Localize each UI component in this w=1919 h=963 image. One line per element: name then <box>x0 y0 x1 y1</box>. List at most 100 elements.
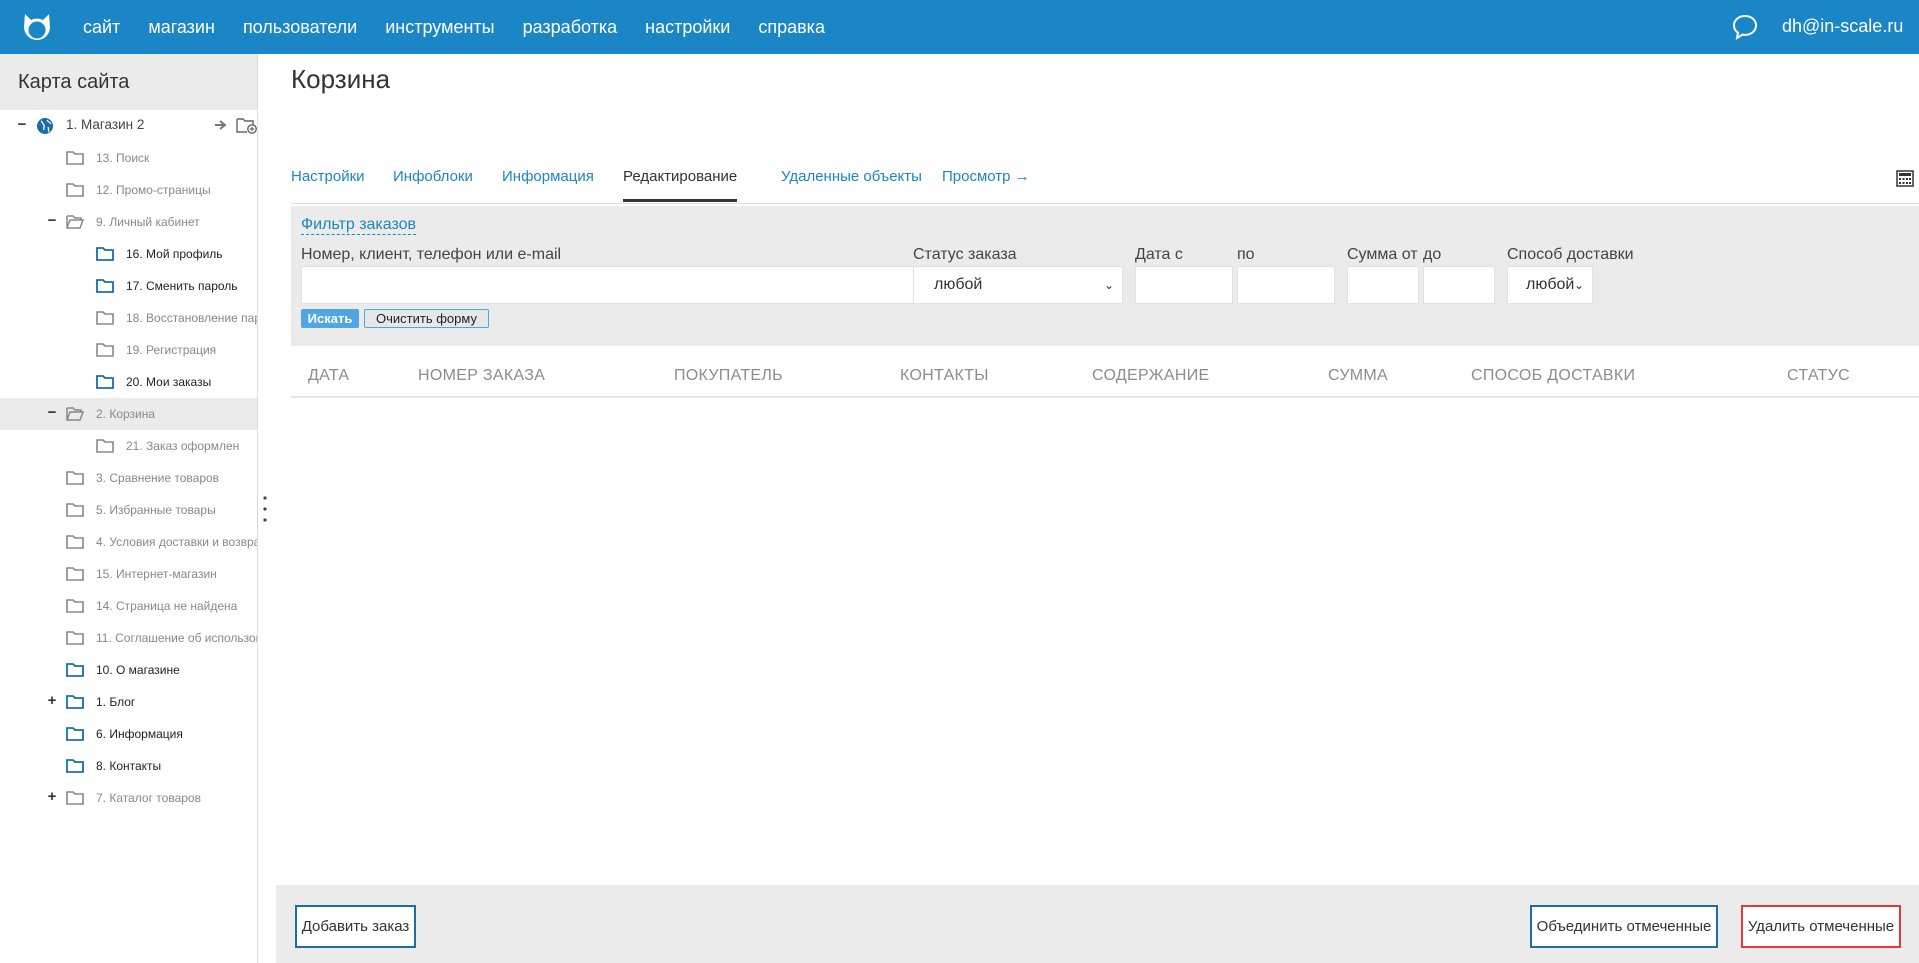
sidebar-title: Карта сайта <box>0 54 257 110</box>
tree-item-selected[interactable]: − 2. Корзина <box>0 398 257 430</box>
tree-item[interactable]: 8. Контакты <box>0 750 257 782</box>
tree-item-label: 6. Информация <box>96 727 183 741</box>
column-sum[interactable]: СУММА <box>1328 367 1388 385</box>
nav-help[interactable]: справка <box>758 17 825 38</box>
tree-item[interactable]: 6. Информация <box>0 718 257 750</box>
expand-toggle[interactable]: + <box>46 693 58 709</box>
delivery-select[interactable]: любой ⌄ <box>1507 266 1593 304</box>
tree-item[interactable]: 16. Мой профиль <box>0 238 257 270</box>
date-from-label: Дата с <box>1135 246 1183 263</box>
tree-item[interactable]: + 1. Блог <box>0 686 257 718</box>
tree-item[interactable]: 5. Избранные товары <box>0 494 257 526</box>
tree-item[interactable]: 11. Соглашение об использовании <box>0 622 257 654</box>
folder-icon <box>66 791 84 805</box>
tree-item-label: 13. Поиск <box>96 151 150 165</box>
tab-bar: Настройки Инфоблоки Информация Редактиро… <box>291 152 1919 204</box>
query-input[interactable] <box>301 266 914 304</box>
folder-icon <box>96 375 114 389</box>
nav-tools[interactable]: инструменты <box>385 17 494 38</box>
tree-item[interactable]: 15. Интернет-магазин <box>0 558 257 590</box>
tab-settings[interactable]: Настройки <box>291 168 365 199</box>
chat-bubble-icon[interactable] <box>1731 13 1759 41</box>
calculator-icon[interactable] <box>1896 170 1914 187</box>
status-select[interactable]: любой ⌄ <box>913 266 1123 304</box>
filter-toggle-link[interactable]: Фильтр заказов <box>301 216 417 235</box>
collapse-toggle[interactable]: − <box>16 117 28 133</box>
nav-settings[interactable]: настройки <box>645 17 730 38</box>
page-title: Корзина <box>291 64 391 94</box>
folder-icon <box>66 151 84 165</box>
orders-table-header: ДАТА НОМЕР ЗАКАЗА ПОКУПАТЕЛЬ КОНТАКТЫ СО… <box>291 354 1919 398</box>
column-content[interactable]: СОДЕРЖАНИЕ <box>1092 367 1209 385</box>
tab-preview[interactable]: Просмотр → <box>942 168 1030 199</box>
date-to-input[interactable] <box>1237 266 1335 304</box>
nav-shop[interactable]: магазин <box>148 17 215 38</box>
arrow-right-icon[interactable] <box>214 119 228 131</box>
folder-icon <box>66 631 84 645</box>
collapse-toggle[interactable]: − <box>46 213 58 229</box>
column-order-number[interactable]: НОМЕР ЗАКАЗА <box>418 367 545 385</box>
top-bar: сайт магазин пользователи инструменты ра… <box>0 0 1919 54</box>
user-email-link[interactable]: dh@in-scale.ru <box>1782 16 1903 37</box>
tree-item[interactable]: + 7. Каталог товаров <box>0 782 257 814</box>
tree-item[interactable]: 13. Поиск <box>0 142 257 174</box>
sum-from-label: Сумма от <box>1347 246 1418 263</box>
tree-item[interactable]: 4. Условия доставки и возврата <box>0 526 257 558</box>
column-date[interactable]: ДАТА <box>308 367 349 385</box>
search-button[interactable]: Искать <box>301 309 359 328</box>
tree-item-label: 2. Корзина <box>96 407 156 421</box>
delete-selected-button[interactable]: Удалить отмеченные <box>1741 905 1901 948</box>
tree-item[interactable]: 21. Заказ оформлен <box>0 430 257 462</box>
folder-icon <box>66 535 84 549</box>
date-from-input[interactable] <box>1135 266 1233 304</box>
folder-icon <box>66 471 84 485</box>
tree-item[interactable]: 20. Мои заказы <box>0 366 257 398</box>
folder-icon <box>96 279 114 293</box>
action-footer: Добавить заказ Объединить отмеченные Уда… <box>276 885 1919 963</box>
collapse-toggle[interactable]: − <box>46 405 58 421</box>
cat-logo-icon[interactable] <box>20 10 54 44</box>
sum-from-input[interactable] <box>1347 266 1419 304</box>
tree-item[interactable]: 17. Сменить пароль <box>0 270 257 302</box>
tree-item-label: 19. Регистрация <box>126 343 217 357</box>
delivery-select-value: любой <box>1526 276 1575 293</box>
tree-item[interactable]: 3. Сравнение товаров <box>0 462 257 494</box>
status-select-value: любой <box>934 276 983 293</box>
tab-infoblocks[interactable]: Инфоблоки <box>393 168 473 199</box>
column-status[interactable]: СТАТУС <box>1787 367 1850 385</box>
folder-icon <box>66 567 84 581</box>
query-label: Номер, клиент, телефон или e-mail <box>301 246 562 263</box>
nav-development[interactable]: разработка <box>523 17 618 38</box>
tree-item[interactable]: 14. Страница не найдена <box>0 590 257 622</box>
sidebar-resize-handle[interactable] <box>262 494 268 524</box>
tab-information[interactable]: Информация <box>502 168 594 199</box>
tree-root[interactable]: − 1. Магазин 2 <box>0 110 258 142</box>
tree-item-label: 1. Блог <box>96 695 136 709</box>
column-delivery-method[interactable]: СПОСОБ ДОСТАВКИ <box>1471 367 1635 385</box>
column-contacts[interactable]: КОНТАКТЫ <box>900 367 989 385</box>
expand-toggle[interactable]: + <box>46 789 58 805</box>
tree-item-label: 17. Сменить пароль <box>126 279 238 293</box>
globe-icon <box>37 118 53 134</box>
sum-to-label: до <box>1423 246 1442 263</box>
folder-icon <box>66 663 84 677</box>
add-folder-icon[interactable] <box>236 117 258 134</box>
tab-editing[interactable]: Редактирование <box>623 168 738 202</box>
nav-users[interactable]: пользователи <box>243 17 357 38</box>
status-label: Статус заказа <box>913 246 1017 263</box>
add-order-button[interactable]: Добавить заказ <box>295 905 416 948</box>
nav-site[interactable]: сайт <box>83 17 120 38</box>
tree-item[interactable]: 18. Восстановление пароля <box>0 302 257 334</box>
sum-to-input[interactable] <box>1423 266 1495 304</box>
folder-icon <box>66 183 84 197</box>
main-nav: сайт магазин пользователи инструменты ра… <box>83 0 853 54</box>
tab-deleted-objects[interactable]: Удаленные объекты <box>781 168 922 199</box>
tree-item[interactable]: 19. Регистрация <box>0 334 257 366</box>
tree-item[interactable]: 12. Промо-страницы <box>0 174 257 206</box>
tree-item[interactable]: − 9. Личный кабинет <box>0 206 257 238</box>
column-customer[interactable]: ПОКУПАТЕЛЬ <box>674 367 783 385</box>
tree-item[interactable]: 10. О магазине <box>0 654 257 686</box>
merge-selected-button[interactable]: Объединить отмеченные <box>1530 905 1718 948</box>
clear-form-button[interactable]: Очистить форму <box>364 309 489 328</box>
date-to-label: по <box>1237 246 1255 263</box>
